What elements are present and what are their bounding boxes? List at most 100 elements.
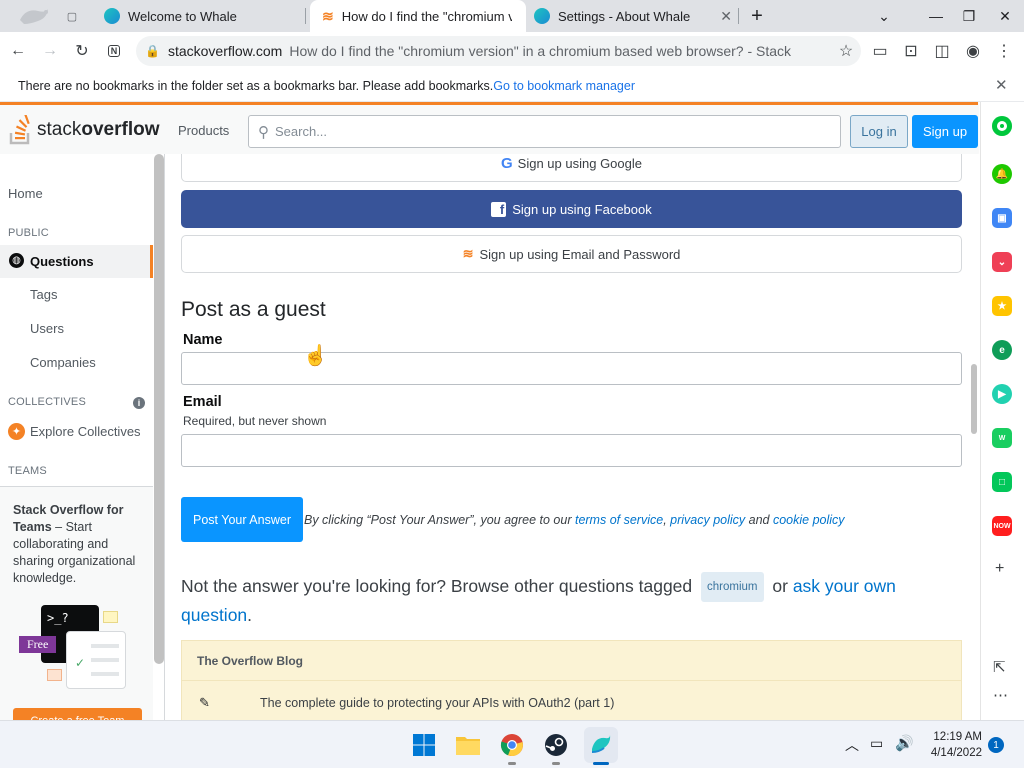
tab-settings[interactable]: Settings - About Whale ✕ — [522, 0, 742, 32]
more-options-icon[interactable]: ⋯ — [993, 686, 1008, 704]
tab-title: How do I find the "chromium v — [341, 8, 512, 24]
network-icon[interactable]: ▭ — [870, 735, 883, 752]
windows-start-icon[interactable] — [409, 730, 439, 760]
terms-link[interactable]: terms of service — [575, 513, 663, 527]
privacy-link[interactable]: privacy policy — [670, 513, 745, 527]
tab-search-icon[interactable]: ▢ — [56, 0, 88, 32]
minimize-icon[interactable]: — — [920, 0, 952, 32]
edge-icon[interactable]: e — [992, 340, 1012, 360]
blog-item-link[interactable]: The complete guide to protecting your AP… — [260, 696, 614, 710]
decor-line — [91, 644, 119, 648]
close-bookmark-bar-icon[interactable]: ✕ — [995, 76, 1008, 94]
tab-welcome[interactable]: Welcome to Whale — [92, 0, 304, 32]
chrome-icon[interactable] — [497, 730, 527, 760]
nav-tags[interactable]: Tags — [30, 287, 57, 302]
stackoverflow-icon: ≋ — [462, 246, 474, 261]
close-window-icon[interactable]: ✕ — [989, 0, 1021, 32]
pocket-icon[interactable]: ⌄ — [992, 252, 1012, 272]
logo-text-overflow: overflow — [81, 119, 160, 140]
running-indicator — [552, 762, 560, 765]
blog-header: The Overflow Blog — [182, 641, 961, 681]
forward-icon[interactable]: → — [36, 37, 64, 65]
nav-questions[interactable]: ◍ Questions — [0, 245, 153, 278]
info-icon[interactable]: i — [133, 397, 145, 409]
tab-title: Settings - About Whale — [558, 8, 691, 24]
signup-facebook-button[interactable]: f Sign up using Facebook — [181, 190, 962, 228]
whale-logo-icon[interactable] — [16, 6, 52, 28]
facebook-icon: f — [491, 201, 507, 217]
login-button[interactable]: Log in — [850, 115, 908, 148]
whale-taskbar-icon[interactable] — [584, 727, 618, 763]
notification-bell-icon[interactable]: 🔔 — [992, 164, 1012, 184]
steam-icon[interactable] — [541, 730, 571, 760]
hand-cursor-icon: ☝ — [303, 345, 328, 367]
tag-chromium[interactable]: chromium — [701, 572, 764, 602]
page-scrollbar[interactable] — [971, 364, 977, 434]
bookmark-star-icon[interactable]: ☆ — [832, 37, 860, 65]
bookmark-empty-text: There are no bookmarks in the folder set… — [18, 79, 494, 93]
tab-stackoverflow[interactable]: ≋ How do I find the "chromium v — [310, 0, 526, 32]
not-answer-text: Not the answer you're looking for? Brows… — [181, 576, 693, 596]
agreement-and: and — [745, 513, 773, 527]
name-field[interactable] — [181, 352, 962, 385]
address-host: stackoverflow.com — [167, 43, 283, 59]
webtoon-icon[interactable]: W — [992, 428, 1012, 448]
note-app-icon[interactable]: □ — [992, 472, 1012, 492]
tab-close-icon[interactable]: ✕ — [720, 8, 732, 25]
sidebar-scrollbar[interactable] — [154, 154, 164, 664]
restore-icon[interactable]: ❐ — [953, 0, 985, 32]
signup-google-button[interactable]: G Sign up using Google — [181, 154, 962, 182]
open-external-icon[interactable]: ⇱ — [993, 658, 1006, 676]
show-hidden-icons-chevron-icon[interactable]: ︿ — [845, 735, 859, 755]
bookmark-manager-link[interactable]: Go to bookmark manager — [493, 79, 635, 93]
play-icon[interactable]: ▶ — [992, 384, 1012, 404]
teams-promo: Stack Overflow for Teams – Start collabo… — [0, 486, 153, 720]
new-tab-button[interactable]: + — [741, 0, 773, 32]
capture-icon[interactable]: ⊡ — [897, 37, 925, 65]
stackoverflow-favicon-icon: ≋ — [322, 7, 334, 24]
menu-icon[interactable]: ⋮ — [990, 37, 1018, 65]
clock-time: 12:19 AM — [933, 731, 982, 743]
email-field[interactable] — [181, 434, 962, 467]
address-bar[interactable]: 🔒 stackoverflow.com How do I find the "c… — [136, 36, 861, 66]
whale-app-icon[interactable] — [992, 116, 1012, 136]
notification-badge[interactable]: 1 — [988, 737, 1004, 753]
post-answer-button[interactable]: Post Your Answer — [181, 497, 303, 542]
toolbox-icon[interactable]: ▣ — [992, 208, 1012, 228]
split-view-icon[interactable]: ◫ — [928, 37, 956, 65]
nav-home[interactable]: Home — [8, 186, 43, 201]
profile-icon[interactable]: ◉ — [959, 37, 987, 65]
notes-icon[interactable]: N — [100, 37, 128, 65]
nav-explore-collectives[interactable]: Explore Collectives — [30, 424, 141, 439]
email-hint: Required, but never shown — [183, 414, 327, 428]
products-link[interactable]: Products — [178, 123, 229, 138]
sidebar-panel-icon[interactable]: ▭ — [866, 37, 894, 65]
clock[interactable]: 12:19 AM 4/14/2022 — [920, 729, 982, 761]
name-label: Name — [183, 332, 223, 348]
tab-list-chevron-icon[interactable]: ⌄ — [868, 0, 900, 32]
address-path: How do I find the "chromium version" in … — [289, 43, 792, 59]
stackoverflow-logo[interactable]: stack overflow — [8, 115, 159, 145]
nav-heading-teams: TEAMS — [8, 465, 47, 477]
search-input[interactable]: ⚲ Search... — [248, 115, 841, 148]
lock-icon[interactable]: 🔒 — [145, 44, 160, 58]
add-panel-icon[interactable]: + — [995, 560, 1004, 578]
nav-users[interactable]: Users — [30, 321, 64, 336]
create-team-button[interactable]: Create a free Team — [13, 708, 142, 720]
collectives-icon: ✦ — [8, 423, 25, 440]
back-icon[interactable]: ← — [4, 37, 32, 65]
volume-icon[interactable]: 🔊 — [895, 734, 914, 752]
file-explorer-icon[interactable] — [453, 730, 483, 760]
agreement-text: By clicking “Post Your Answer”, you agre… — [304, 513, 845, 527]
teams-promo-text: Stack Overflow for Teams – Start collabo… — [13, 502, 143, 587]
signup-button[interactable]: Sign up — [912, 115, 978, 148]
cookie-link[interactable]: cookie policy — [773, 513, 845, 527]
reload-icon[interactable]: ↻ — [68, 37, 96, 65]
favorites-star-icon[interactable]: ★ — [992, 296, 1012, 316]
signup-email-button[interactable]: ≋ Sign up using Email and Password — [181, 235, 962, 273]
globe-icon: ◍ — [9, 253, 24, 268]
now-icon[interactable]: NOW — [992, 516, 1012, 536]
logo-text-stack: stack — [37, 119, 82, 140]
whale-favicon-icon — [104, 8, 120, 24]
nav-companies[interactable]: Companies — [30, 355, 96, 370]
